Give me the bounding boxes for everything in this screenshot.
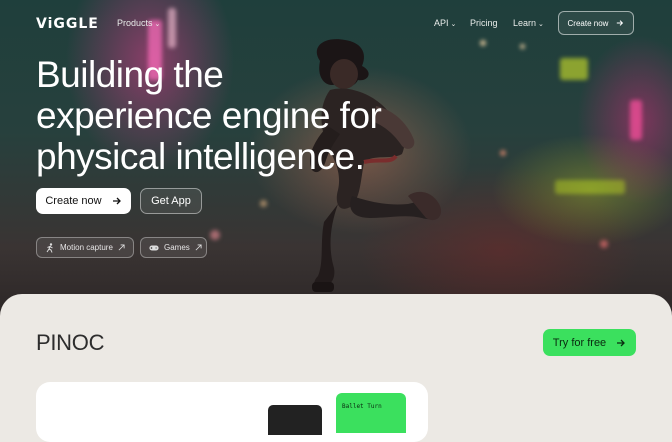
nav-api-label: API (434, 18, 449, 28)
try-for-free-label: Try for free (552, 336, 607, 349)
arrow-right-icon (617, 20, 624, 26)
animation-tag-label: Ballet Turn (342, 403, 382, 410)
arrow-up-right-icon (118, 244, 125, 251)
chevron-down-icon: ⌄ (450, 21, 457, 28)
nav-learn-label: Learn (513, 18, 537, 28)
headline-line: Building the (36, 54, 224, 95)
motion-capture-label: Motion capture (60, 243, 113, 252)
chevron-down-icon: ⌄ (154, 21, 161, 28)
games-label: Games (164, 243, 190, 252)
nav-create-now-label: Create now (567, 18, 609, 28)
background-light (500, 150, 506, 156)
brand-logo[interactable]: ViGGLE (36, 16, 99, 32)
running-figure-icon (46, 242, 53, 253)
background-light (555, 180, 625, 194)
animation-tag-card[interactable]: Ballet Turn (336, 393, 406, 433)
nav-create-now-button[interactable]: Create now (558, 11, 634, 35)
phone-preview (268, 405, 322, 435)
background-light (600, 240, 608, 248)
nav-pricing[interactable]: Pricing (470, 18, 498, 28)
motion-capture-chip[interactable]: Motion capture (36, 237, 134, 258)
gamepad-icon (149, 245, 159, 250)
create-now-label: Create now (45, 195, 102, 207)
background-light (560, 58, 588, 80)
create-now-button[interactable]: Create now (36, 188, 131, 214)
background-light (260, 200, 267, 207)
arrow-up-right-icon (195, 244, 202, 251)
background-light (210, 230, 220, 240)
nav-learn[interactable]: Learn ⌄ (513, 18, 544, 28)
arrow-right-icon (617, 339, 626, 346)
headline-line: physical intelligence. (36, 136, 365, 177)
arrow-right-icon (112, 197, 121, 205)
nav-products[interactable]: Products ⌄ (117, 18, 160, 28)
hero-headline: Building the experience engine for physi… (36, 54, 456, 177)
nav-products-label: Products (117, 18, 153, 28)
nav-api[interactable]: API ⌄ (434, 18, 456, 28)
headline-line: experience engine for (36, 95, 382, 136)
product-title: PINOC (36, 330, 105, 355)
background-light (630, 100, 642, 140)
chevron-down-icon: ⌄ (538, 21, 544, 28)
try-for-free-button[interactable]: Try for free (543, 329, 636, 356)
top-navigation: ViGGLE Products ⌄ API ⌄ Pricing Learn ⌄ Cre… (0, 0, 672, 46)
games-chip[interactable]: Games (140, 237, 207, 258)
get-app-button[interactable]: Get App (140, 188, 202, 214)
